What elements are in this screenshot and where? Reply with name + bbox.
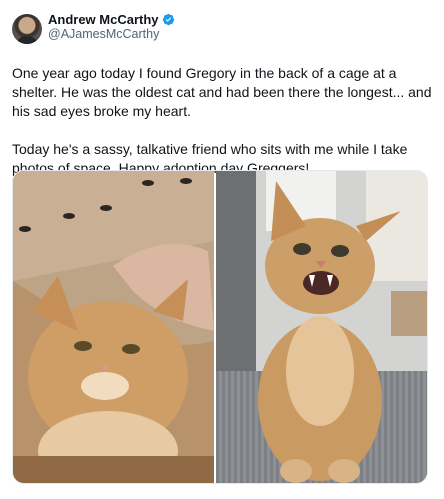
verified-badge-icon	[162, 13, 174, 26]
author-handle[interactable]: @AJamesMcCarthy	[48, 27, 175, 42]
display-name-row: Andrew McCarthy	[48, 12, 175, 27]
cat-in-box-illustration	[13, 171, 214, 483]
tweet-header: Andrew McCarthy @AJamesMcCarthy	[12, 12, 432, 52]
tweet-text: One year ago today I found Gregory in th…	[12, 64, 432, 178]
display-name[interactable]: Andrew McCarthy	[48, 12, 159, 27]
tweet: Andrew McCarthy @AJamesMcCarthy One year…	[0, 0, 444, 499]
author-names: Andrew McCarthy @AJamesMcCarthy	[48, 12, 175, 42]
photo-cat-sitting[interactable]	[216, 171, 427, 483]
photo-cat-in-box[interactable]	[13, 171, 214, 483]
cat-sitting-illustration	[216, 171, 427, 483]
media-grid	[12, 170, 428, 484]
tweet-paragraph: One year ago today I found Gregory in th…	[12, 65, 432, 119]
avatar[interactable]	[12, 14, 42, 44]
